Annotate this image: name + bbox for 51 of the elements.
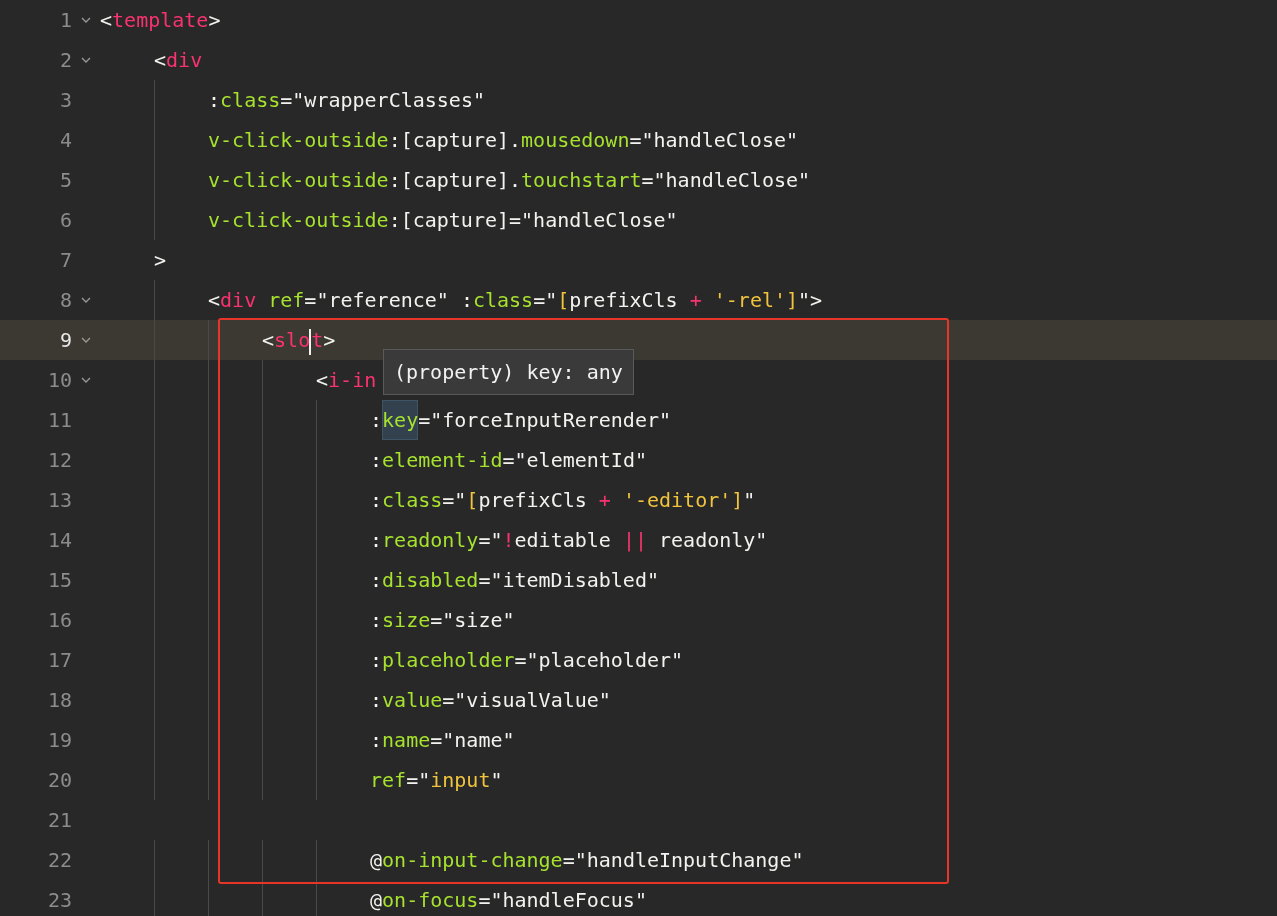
code-line: > — [154, 247, 167, 274]
line-number: 10 — [46, 368, 72, 392]
code-line: :size="size" — [370, 607, 515, 634]
code-line: :element-id="elementId" — [370, 447, 647, 474]
line-number: 11 — [46, 408, 72, 432]
hover-tooltip: (property) key: any — [383, 349, 634, 395]
code-line: <div ref="reference" :class="[prefixCls + '-rel']"> — [208, 287, 823, 314]
code-line: @on-input-change="handleInputChange" — [370, 847, 804, 874]
code-line: :value="visualValue" — [370, 687, 611, 714]
code-line: :class="[prefixCls + '-editor']" — [370, 487, 756, 514]
line-number: 6 — [58, 208, 72, 232]
line-number: 14 — [46, 528, 72, 552]
line-number: 20 — [46, 768, 72, 792]
code-line: :name="name" — [370, 727, 515, 754]
code-line: v-click-outside:[capture].mousedown="handleClose" — [208, 127, 799, 154]
line-number: 23 — [46, 888, 72, 912]
chevron-down-icon[interactable] — [81, 297, 91, 303]
line-number: 13 — [46, 488, 72, 512]
code-line: :class="wrapperClasses" — [208, 87, 485, 114]
line-number: 15 — [46, 568, 72, 592]
line-number: 22 — [46, 848, 72, 872]
code-line: v-click-outside:[capture]="handleClose" — [208, 207, 678, 234]
code-line: :disabled="itemDisabled" — [370, 567, 659, 594]
code-line: @on-focus="handleFocus" — [370, 887, 647, 914]
code-line: :key="forceInputRerender" — [370, 400, 672, 440]
line-number: 16 — [46, 608, 72, 632]
chevron-down-icon[interactable] — [81, 57, 91, 63]
code-line: :placeholder="placeholder" — [370, 647, 684, 674]
line-number: 17 — [46, 648, 72, 672]
line-number: 8 — [58, 288, 72, 312]
line-number: 4 — [58, 128, 72, 152]
line-number: 21 — [46, 808, 72, 832]
code-line: v-click-outside:[capture].touchstart="handleClose" — [208, 167, 811, 194]
chevron-down-icon[interactable] — [81, 377, 91, 383]
line-number: 12 — [46, 448, 72, 472]
line-number: 7 — [58, 248, 72, 272]
line-number: 18 — [46, 688, 72, 712]
line-number: 2 — [58, 48, 72, 72]
code-line: <div — [154, 47, 203, 74]
chevron-down-icon[interactable] — [81, 17, 91, 23]
line-number: 19 — [46, 728, 72, 752]
chevron-down-icon[interactable] — [81, 337, 91, 343]
line-number: 3 — [58, 88, 72, 112]
code-line: <template> — [100, 7, 221, 34]
code-line: <i-in — [316, 367, 377, 394]
line-number: 9 — [58, 328, 72, 352]
code-line: <slot> — [262, 320, 336, 360]
line-number: 1 — [58, 8, 72, 32]
code-line: ref="input" — [370, 767, 503, 794]
line-number: 5 — [58, 168, 72, 192]
code-line: :readonly="!editable || readonly" — [370, 527, 768, 554]
